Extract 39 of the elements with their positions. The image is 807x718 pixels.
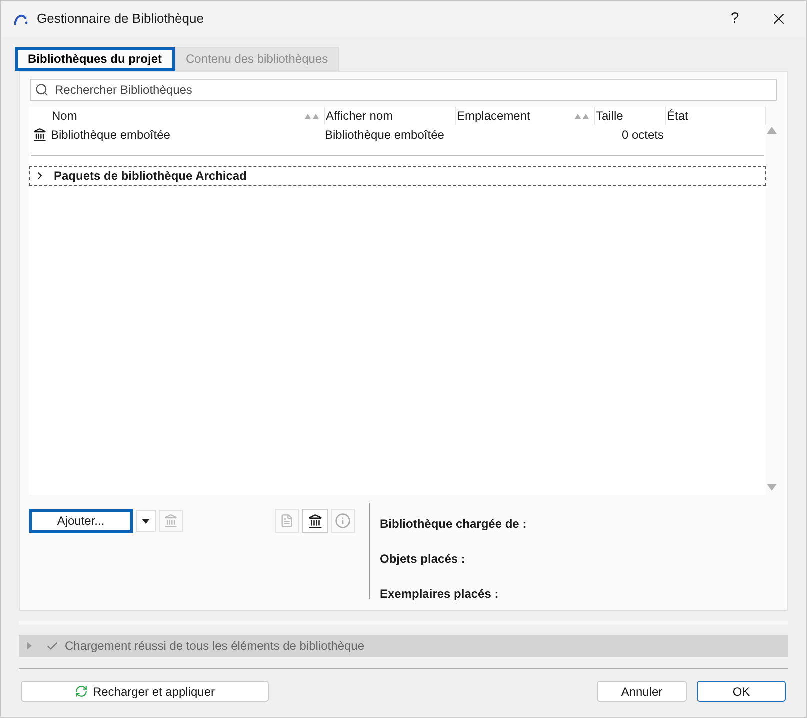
- add-button[interactable]: Ajouter...: [29, 509, 133, 533]
- table-cell: Bibliothèque emboîtée: [51, 128, 170, 142]
- library-icon: [33, 128, 47, 142]
- status-bar[interactable]: Chargement réussi de tous les éléments de bibliothèque: [19, 635, 788, 657]
- info-label: Exemplaires placés :: [380, 586, 500, 603]
- library-manage-button[interactable]: [302, 509, 328, 533]
- table-cell: 0 octets: [622, 128, 664, 142]
- scroll-down-icon[interactable]: [767, 484, 777, 491]
- search-icon: [35, 83, 49, 97]
- search-field[interactable]: Rechercher Bibliothèques: [30, 79, 777, 101]
- group-row[interactable]: Paquets de bibliothèque Archicad: [29, 166, 766, 186]
- column-header[interactable]: État: [667, 107, 688, 125]
- library-icon: [308, 514, 322, 528]
- sort-icon: [304, 113, 320, 119]
- document-icon: [280, 514, 294, 528]
- column-header[interactable]: Emplacement: [457, 107, 530, 125]
- info-icon: [335, 513, 351, 529]
- refresh-icon: [74, 685, 88, 698]
- app-logo-icon: [13, 12, 29, 26]
- info-label: Objets placés :: [380, 551, 466, 568]
- help-button[interactable]: ?: [720, 8, 750, 30]
- caret-icon: [142, 518, 150, 524]
- dropdown-button[interactable]: [136, 510, 156, 532]
- scroll-up-icon[interactable]: [767, 127, 777, 134]
- ok-button[interactable]: OK: [697, 681, 786, 702]
- expand-icon: [27, 642, 32, 650]
- tab[interactable]: Bibliothèques du projet: [15, 47, 175, 71]
- library-remove-icon: [164, 514, 178, 528]
- table-cell: Bibliothèque emboîtée: [325, 128, 444, 142]
- sort-icon: [574, 113, 590, 119]
- column-header[interactable]: Taille: [596, 107, 624, 125]
- status-text: Chargement réussi de tous les éléments de bibliothèque: [65, 638, 365, 655]
- window-title: Gestionnaire de Bibliothèque: [37, 10, 204, 28]
- check-icon: [46, 640, 59, 652]
- column-header[interactable]: Afficher nom: [326, 107, 394, 125]
- cancel-button[interactable]: Annuler: [597, 681, 687, 702]
- column-header[interactable]: Nom: [52, 107, 78, 125]
- info-label: Bibliothèque chargée de :: [380, 516, 527, 533]
- reload-button[interactable]: Recharger et appliquer: [21, 681, 269, 702]
